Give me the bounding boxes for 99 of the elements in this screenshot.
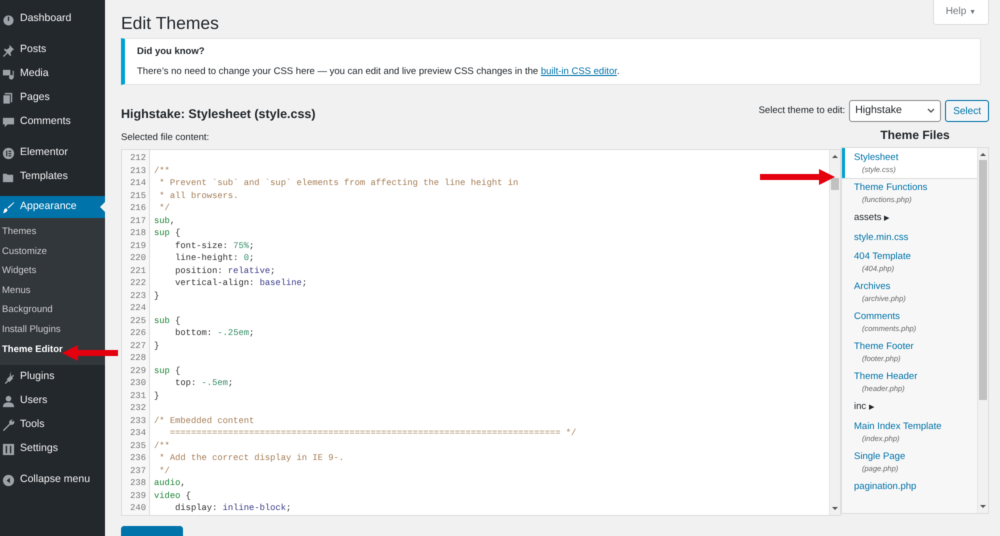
line-number: 236 [129, 452, 147, 464]
field-label: Selected file content: [121, 132, 210, 144]
css-editor-link[interactable]: built-in CSS editor [540, 66, 617, 77]
select-button[interactable]: Select [945, 100, 989, 122]
files-heading: Theme Files [879, 128, 951, 143]
line-number: 220 [129, 252, 147, 264]
code-line: bottom: -.25em; [174, 327, 254, 340]
notice-heading: Did you know? [137, 45, 206, 58]
sidebar-item[interactable]: Pages [0, 86, 105, 110]
code-line: line-height: 0; [174, 252, 254, 264]
line-number: 238 [129, 477, 147, 490]
sidebar-item[interactable]: Comments [0, 110, 105, 134]
code-line: */ [158, 202, 170, 214]
scrollbar[interactable] [829, 150, 840, 515]
code-line: sup { [154, 227, 180, 240]
sidebar-item[interactable]: Tools [0, 413, 105, 438]
line-number: 217 [129, 214, 147, 227]
line-number: 218 [129, 227, 147, 240]
line-number: 213 [129, 164, 147, 177]
line-number: 235 [129, 440, 147, 452]
scrollbar[interactable] [977, 148, 988, 513]
line-number: 225 [129, 314, 147, 327]
code-line: /* Embedded content [154, 414, 254, 427]
code-line: } [154, 340, 160, 352]
line-number: 223 [129, 290, 147, 302]
line-number: 229 [129, 364, 147, 377]
sidebar-item[interactable]: Templates [0, 165, 105, 189]
submenu-item[interactable]: Background [0, 300, 53, 320]
code-line: * Prevent `sub` and `sup` elements from affecting the line height in [158, 177, 518, 190]
code-line: * all browsers. [158, 190, 238, 202]
line-number: 215 [129, 190, 147, 202]
line-number: 240 [129, 502, 147, 514]
code-line: display: inline-block; [174, 502, 292, 514]
file-heading: Highstake: Stylesheet (style.css) [121, 106, 316, 122]
line-number: 222 [129, 277, 147, 290]
line-number: 237 [129, 464, 147, 477]
submenu-item[interactable]: Widgets [0, 261, 36, 281]
code-editor[interactable] [121, 149, 841, 516]
line-number: 233 [129, 414, 147, 427]
sidebar-item[interactable]: Users [0, 389, 105, 414]
file-item[interactable]: style.min.css [842, 228, 977, 247]
field-label: Select theme to edit: [758, 104, 846, 118]
code-line: sub, [154, 214, 176, 227]
code-line: */ [158, 464, 170, 477]
theme-dropdown[interactable]: Highstake [849, 100, 942, 122]
line-number: 232 [129, 402, 147, 414]
sidebar-item[interactable]: Dashboard [0, 7, 105, 31]
line-number: 231 [129, 390, 147, 402]
code-line: vertical-align: baseline; [174, 277, 308, 290]
line-number: 221 [129, 264, 147, 277]
code-line: video { [154, 490, 191, 502]
code-line: } [154, 290, 160, 302]
submenu-item[interactable]: Customize [0, 242, 47, 262]
code-line: ========================================================================== */ [168, 427, 576, 440]
line-number: 227 [129, 340, 147, 352]
media-icon [2, 68, 15, 80]
line-number: 226 [129, 327, 147, 340]
wrench-icon [2, 418, 15, 432]
pointer-arrow [62, 345, 118, 361]
chevron-down-icon [927, 108, 936, 114]
sidebar-item[interactable]: Collapse menu [0, 468, 105, 492]
submenu-item[interactable]: Theme Editor [0, 340, 63, 360]
line-number: 224 [129, 302, 147, 314]
paintbrush-icon [2, 200, 15, 214]
submenu-item[interactable]: Menus [0, 280, 31, 300]
code-line: font-size: 75%; [174, 240, 254, 252]
line-number: 228 [129, 352, 147, 364]
line-number: 212 [129, 152, 147, 164]
update-file-button[interactable] [121, 526, 183, 536]
line-number: 234 [129, 427, 147, 440]
line-number: 219 [129, 240, 147, 252]
sidebar-item[interactable]: Posts [0, 38, 105, 62]
line-number: 214 [129, 177, 147, 190]
code-line: /** [154, 440, 170, 452]
submenu-item[interactable]: Themes [0, 222, 36, 242]
submenu-item[interactable]: Install Plugins [0, 320, 61, 340]
user-icon [2, 394, 15, 408]
code-line: top: -.5em; [174, 377, 234, 390]
code-line: sup { [154, 364, 180, 377]
sidebar-item[interactable]: Plugins [0, 365, 105, 390]
file-item[interactable]: pagination.php [842, 477, 977, 496]
line-number: 230 [129, 377, 147, 390]
code-line: sub { [154, 314, 180, 327]
code-line: audio, [154, 477, 186, 490]
code-line: /** [154, 164, 170, 177]
line-number: 216 [129, 202, 147, 214]
notice-text: There’s no need to change your CSS here — you can edit and live preview CSS changes in the built-in CSS editor. [137, 65, 621, 78]
sidebar-item[interactable]: Media [0, 62, 105, 86]
line-number: 239 [129, 490, 147, 502]
pushpin-icon [2, 44, 15, 56]
code-line: } [154, 390, 160, 402]
page-title: Edit Themes [121, 12, 219, 34]
code-line: * Add the correct display in IE 9-. [158, 452, 344, 464]
sidebar-item[interactable]: Elementor [0, 141, 105, 165]
sidebar-item[interactable]: Settings [0, 437, 105, 462]
sidebar-item[interactable]: Appearance [0, 196, 105, 218]
code-line: position: relative; [174, 264, 276, 277]
speech-bubble-icon [2, 116, 15, 128]
plug-icon [2, 370, 15, 384]
